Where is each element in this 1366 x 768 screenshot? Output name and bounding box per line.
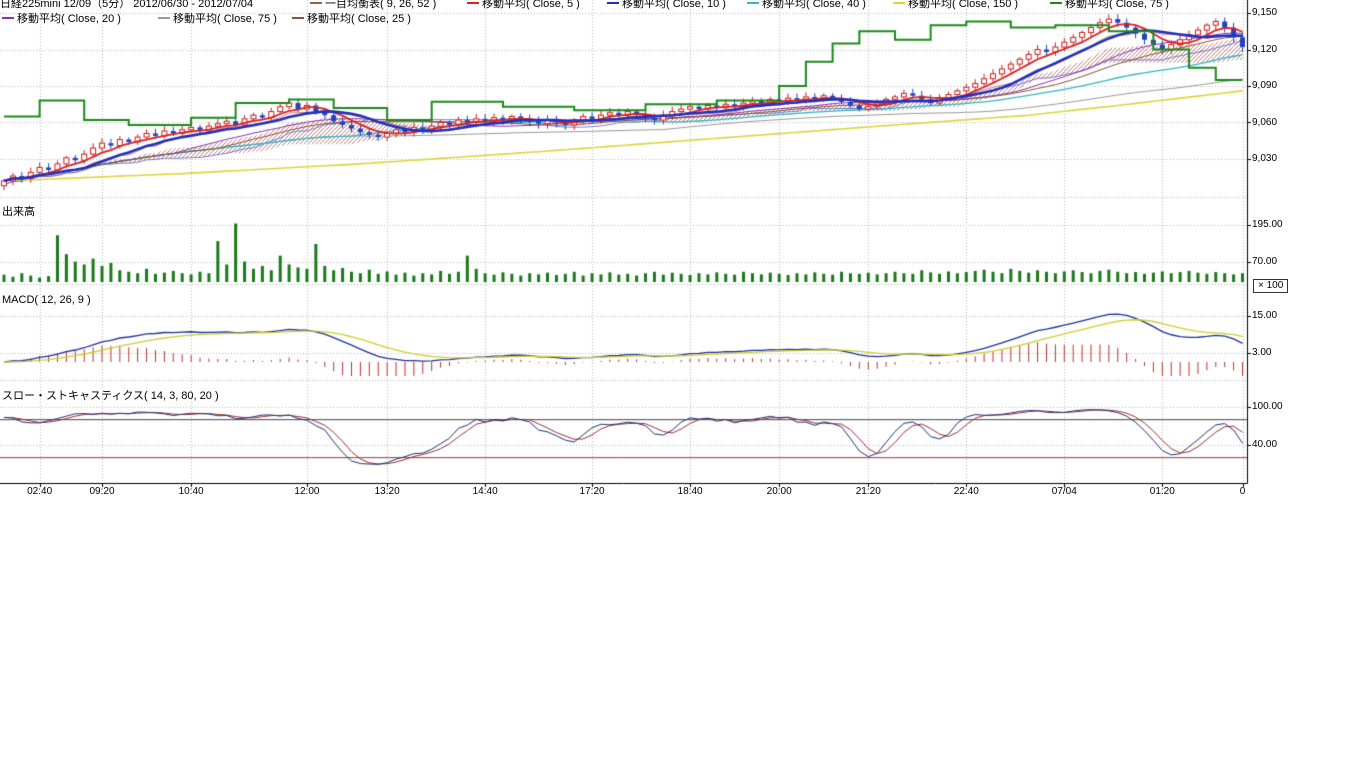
price-chart-canvas[interactable] — [0, 0, 1366, 512]
chart-application: 日経225mini 12/09（5分） 2012/06/30 - 2012/07… — [0, 0, 1366, 768]
